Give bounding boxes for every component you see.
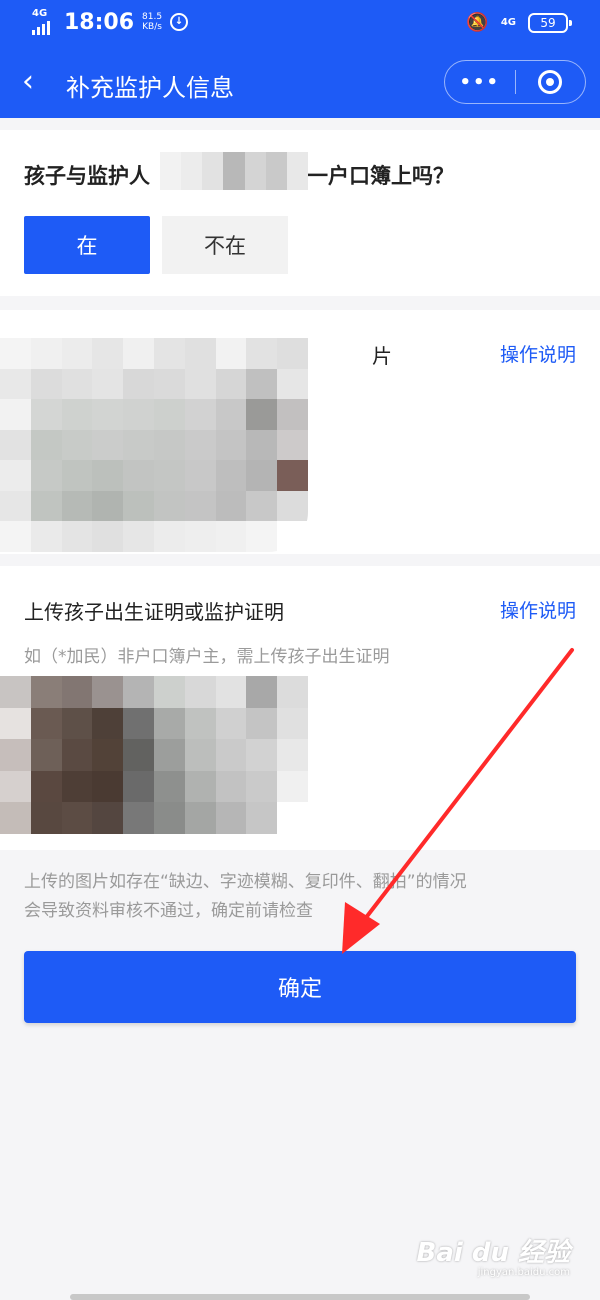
upload-title-2: 上传孩子出生证明或监护证明 (24, 600, 284, 624)
data-saver-icon: ↓ (170, 13, 189, 31)
status-right: 🔕 4G 59 (466, 12, 572, 33)
back-icon[interactable]: ‹ (22, 67, 34, 97)
option-yes-button[interactable]: 在 (24, 216, 150, 274)
baidu-jingyan-watermark: Bai du 经验 jingyan.baidu.com (416, 1238, 571, 1278)
network-type-right: 4G (500, 17, 516, 28)
upload-hint-2: 如（*加民）非户口簿户主，需上传孩子出生证明 (24, 647, 390, 667)
confirm-button[interactable]: 确定 (24, 951, 576, 1023)
uploaded-photo-2[interactable] (0, 676, 308, 834)
upload-household-card: 上传 片 操作说明 (0, 310, 600, 554)
target-icon (538, 70, 563, 94)
page-title: 补充监护人信息 (66, 74, 234, 102)
more-icon[interactable]: ••• (445, 72, 515, 93)
close-target-button[interactable] (516, 70, 586, 94)
signal-icon: 4G (32, 9, 56, 35)
status-bar: 4G 18:06 81.5 KB/s ↓ 🔕 4G 59 (0, 0, 600, 48)
home-indicator (70, 1294, 530, 1300)
bell-muted-icon: 🔕 (466, 12, 489, 33)
status-left: 4G 18:06 81.5 KB/s ↓ (32, 9, 189, 35)
household-question-card: 孩子与监护人 同一户口簿上吗？ 在 不在 (0, 130, 600, 296)
network-type: 4G (32, 8, 48, 19)
help-link-2[interactable]: 操作说明 (500, 596, 576, 623)
upload-notice: 上传的图片如存在“缺边、字迹模糊、复印件、翻拍”的情况 会导致资料审核不通过，确… (24, 872, 467, 921)
help-link-1[interactable]: 操作说明 (500, 340, 576, 367)
blurred-name-mosaic (160, 152, 308, 190)
option-no-button[interactable]: 不在 (162, 216, 288, 274)
upload-title-1-tail: 片 (372, 344, 392, 368)
mini-program-capsule: ••• (444, 60, 586, 104)
network-speed: 81.5 KB/s (142, 12, 163, 32)
status-time: 18:06 (64, 9, 135, 35)
battery-icon: 59 (528, 12, 572, 33)
upload-birth-certificate-card: 上传孩子出生证明或监护证明 操作说明 如（*加民）非户口簿户主，需上传孩子出生证… (0, 566, 600, 850)
nav-bar: ‹ 补充监护人信息 ••• (0, 48, 600, 118)
uploaded-photo-1[interactable] (0, 338, 308, 552)
